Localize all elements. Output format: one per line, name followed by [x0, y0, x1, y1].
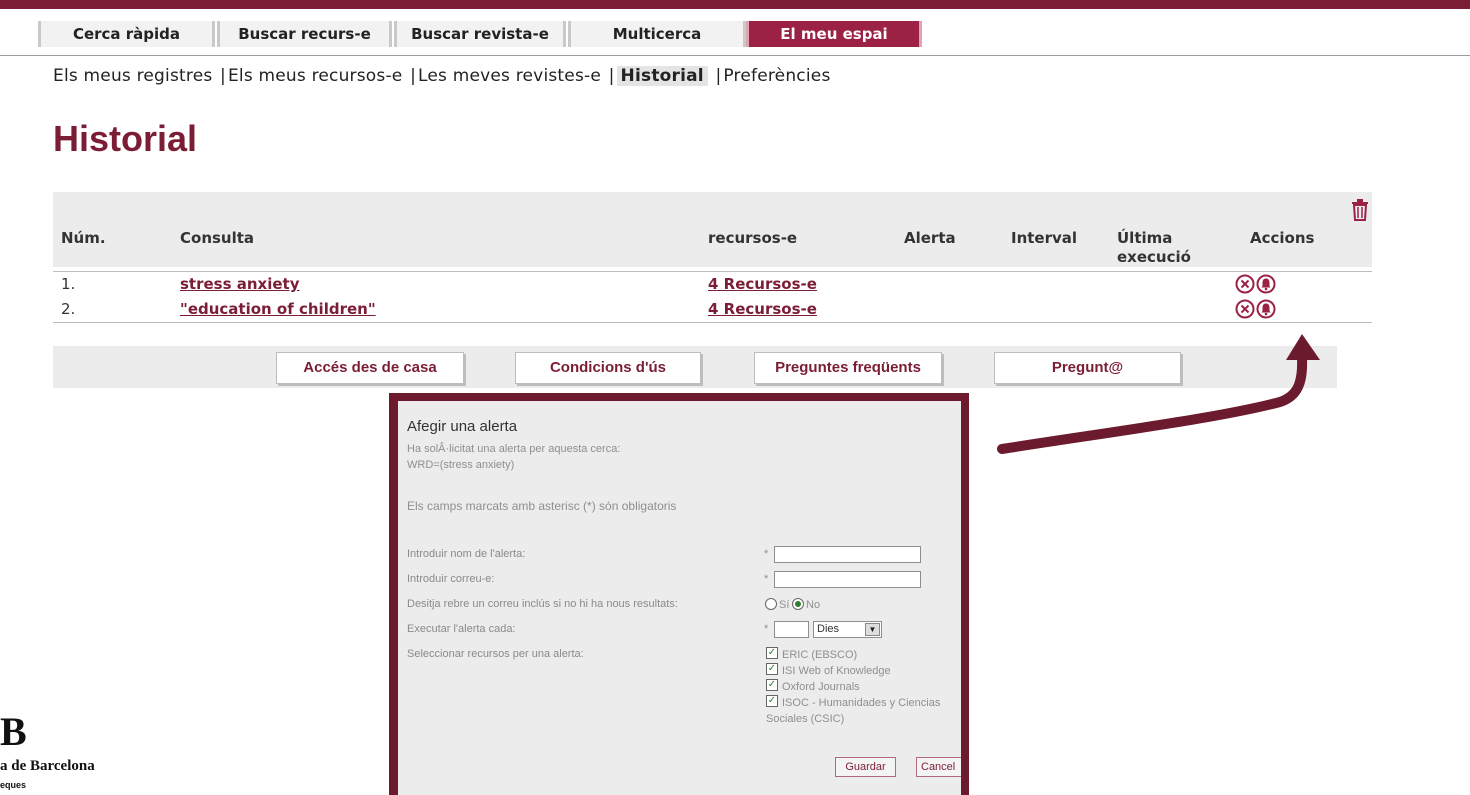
delete-icon[interactable]	[1235, 299, 1255, 319]
save-button[interactable]: Guardar	[835, 757, 896, 777]
bell-alert-icon[interactable]	[1256, 299, 1276, 319]
cancel-button[interactable]: Cancel	[916, 757, 961, 777]
col-header-accions: Accions	[1250, 229, 1315, 247]
resource-label: ISOC - Humanidades y Ciencias	[782, 697, 941, 709]
required-asterisk: *	[764, 623, 769, 635]
label-mail-empty: Desitja rebre un correu inclús si no hi …	[407, 598, 678, 610]
tab-el-meu-espai[interactable]: El meu espai	[746, 21, 922, 47]
alert-name-input[interactable]	[774, 546, 921, 563]
resource-checkbox[interactable]: ✓	[766, 663, 778, 675]
resource-label-continued: Sociales (CSIC)	[766, 713, 845, 725]
subnav-separator: |	[220, 66, 226, 86]
subnav-registres[interactable]: Els meus registres	[53, 66, 212, 86]
top-accent-bar	[0, 0, 1470, 9]
query-link[interactable]: stress anxiety	[180, 275, 300, 293]
email-input[interactable]	[774, 571, 921, 588]
radio-no-label: No	[806, 599, 821, 611]
bell-alert-icon[interactable]	[1256, 274, 1276, 294]
col-header-num: Núm.	[61, 229, 106, 247]
subnav-separator: |	[410, 66, 417, 86]
main-tab-strip: Cerca ràpida Buscar recurs-e Buscar revi…	[0, 9, 1470, 56]
subnav-separator: |	[715, 66, 722, 86]
subnav-separator: |	[608, 66, 615, 86]
resource-label: ERIC (EBSCO)	[782, 649, 858, 661]
col-header-ultima-execucio: Última execució	[1117, 229, 1191, 266]
required-asterisk: *	[764, 548, 769, 560]
chevron-down-icon: ▼	[865, 623, 880, 636]
tab-cerca-rapida[interactable]: Cerca ràpida	[38, 21, 215, 47]
tab-buscar-recurs[interactable]: Buscar recurs-e	[217, 21, 392, 47]
university-logo-name: a de Barcelona	[0, 758, 95, 774]
col-header-interval: Interval	[1011, 229, 1078, 247]
resource-label: Oxford Journals	[782, 681, 860, 693]
sub-navigation: Els meus registres | Els meus recursos-e …	[53, 66, 831, 86]
resources-link[interactable]: 4 Recursos-e	[708, 275, 817, 293]
add-alert-dialog: Afegir una alerta Ha solÂ·licitat una al…	[398, 401, 961, 795]
university-logo-subtitle: eques	[0, 780, 27, 790]
dialog-required-note: Els camps marcats amb asterisc (*) són o…	[407, 499, 677, 513]
required-asterisk: *	[764, 573, 769, 585]
col-header-consulta: Consulta	[180, 229, 255, 247]
label-email: Introduir correu-e:	[407, 573, 495, 585]
footer-condicions-button[interactable]: Condicions d'ús	[515, 352, 701, 384]
radio-yes-label: Sí	[779, 599, 790, 611]
radio-yes[interactable]	[765, 598, 777, 610]
radio-no[interactable]	[792, 598, 804, 610]
tab-multicerca[interactable]: Multicerca	[568, 21, 746, 47]
delete-icon[interactable]	[1235, 274, 1255, 294]
table-row: 2. "education of children" 4 Recursos-e	[53, 297, 1372, 323]
page-title: Historial	[53, 118, 198, 159]
subnav-historial[interactable]: Historial	[616, 66, 708, 86]
label-run-every: Executar l'alerta cada:	[407, 623, 516, 635]
dialog-title: Afegir una alerta	[407, 418, 518, 435]
footer-acces-casa-button[interactable]: Accés des de casa	[276, 352, 464, 384]
dialog-text-line1: Ha solÂ·licitat una alerta per aquesta c…	[407, 443, 621, 455]
tab-buscar-revista[interactable]: Buscar revista-e	[394, 21, 566, 47]
row-number: 2.	[61, 300, 76, 318]
interval-input[interactable]	[774, 621, 809, 638]
subnav-revistes[interactable]: Les meves revistes-e	[418, 66, 601, 86]
col-header-recursos: recursos-e	[708, 229, 798, 247]
resource-checkbox[interactable]: ✓	[766, 647, 778, 659]
resource-checkbox[interactable]: ✓	[766, 679, 778, 691]
trash-icon[interactable]	[1350, 199, 1370, 221]
university-logo-letter: B	[0, 709, 27, 754]
footer-preguntes-button[interactable]: Preguntes freqüents	[754, 352, 942, 384]
col-header-alerta: Alerta	[904, 229, 956, 247]
resources-link[interactable]: 4 Recursos-e	[708, 300, 817, 318]
subnav-preferencies[interactable]: Preferències	[723, 66, 830, 86]
interval-unit-value: Dies	[817, 623, 840, 635]
resource-label: ISI Web of Knowledge	[782, 665, 891, 677]
table-row: 1. stress anxiety 4 Recursos-e	[53, 271, 1372, 298]
subnav-recursos[interactable]: Els meus recursos-e	[228, 66, 402, 86]
label-alert-name: Introduir nom de l'alerta:	[407, 548, 526, 560]
resource-checkbox[interactable]: ✓	[766, 695, 778, 707]
query-link[interactable]: "education of children"	[180, 300, 376, 318]
label-select-resources: Seleccionar recursos per una alerta:	[407, 648, 584, 660]
row-number: 1.	[61, 275, 76, 293]
dialog-text-line2: WRD=(stress anxiety)	[407, 459, 515, 471]
callout-arrow-icon	[997, 334, 1320, 454]
interval-unit-select[interactable]: Dies ▼	[813, 621, 882, 638]
